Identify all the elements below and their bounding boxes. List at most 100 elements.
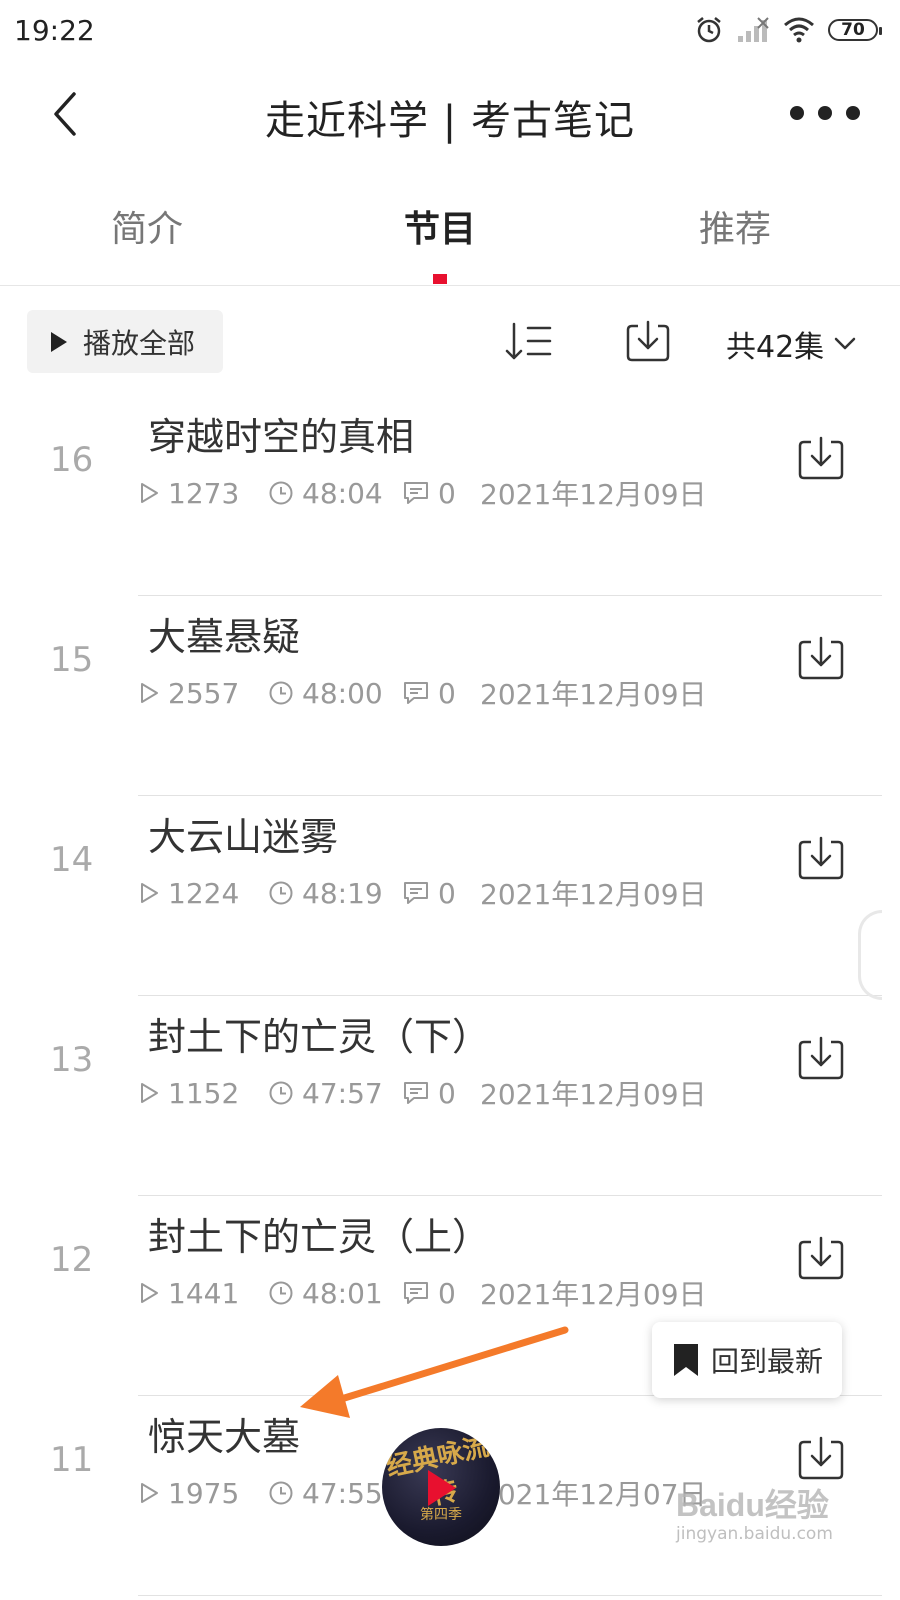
duration: 48:19 xyxy=(268,877,402,910)
play-count-icon xyxy=(141,683,158,703)
comment-count-value: 0 xyxy=(438,876,456,910)
episode-count: 共42集 xyxy=(726,330,825,365)
episode-download-button[interactable] xyxy=(796,1034,846,1082)
episode-number: 15 xyxy=(50,640,94,680)
scroll-handle[interactable] xyxy=(858,910,882,1000)
play-count-icon xyxy=(141,1483,158,1503)
download-all-button[interactable] xyxy=(624,318,672,364)
episode-item[interactable]: 13 封土下的亡灵（下） 1152 47:57 0 2021年12月09日 xyxy=(0,996,900,1196)
back-to-latest-button[interactable]: 回到最新 xyxy=(652,1322,842,1398)
duration-value: 48:00 xyxy=(302,676,383,710)
clock-icon xyxy=(269,1081,293,1105)
comment-icon xyxy=(404,1082,428,1104)
episode-count-dropdown[interactable]: 共42集 xyxy=(726,322,856,366)
duration: 48:00 xyxy=(268,677,402,710)
episode-title: 封土下的亡灵（上） xyxy=(148,1215,491,1259)
clock-icon xyxy=(269,681,293,705)
play-all-label: 播放全部 xyxy=(83,326,196,360)
download-icon xyxy=(798,436,844,480)
play-count-value: 1441 xyxy=(168,1276,240,1310)
play-count-value: 1224 xyxy=(168,876,240,910)
active-tab-indicator xyxy=(433,274,447,284)
episode-item[interactable]: 15 大墓悬疑 2557 48:00 0 2021年12月09日 xyxy=(0,596,900,796)
episode-meta: 1152 47:57 0 2021年12月09日 xyxy=(138,1076,707,1111)
duration: 48:04 xyxy=(268,477,402,510)
episode-list: 16 穿越时空的真相 1273 48:04 0 2021年12月09日 15 大… xyxy=(0,396,900,1596)
episode-number: 16 xyxy=(50,440,94,480)
episode-download-button[interactable] xyxy=(796,1434,846,1482)
episode-title: 大云山迷雾 xyxy=(148,815,339,859)
episode-number: 12 xyxy=(50,1240,94,1280)
comment-icon xyxy=(404,482,428,504)
wifi-icon xyxy=(784,17,814,43)
publish-date: 2021年12月09日 xyxy=(480,1078,707,1111)
play-count-value: 1273 xyxy=(168,476,240,510)
publish-date: 2021年12月09日 xyxy=(480,478,707,511)
clock-icon xyxy=(269,481,293,505)
clock-icon xyxy=(269,1481,293,1505)
comment-count-value: 0 xyxy=(438,476,456,510)
mini-player[interactable]: 经典咏流传 第四季 xyxy=(382,1428,500,1546)
tab-intro[interactable]: 简介 xyxy=(111,200,183,252)
play-count: 1975 xyxy=(138,1477,268,1510)
bookmark-icon xyxy=(673,1344,698,1376)
episode-number: 11 xyxy=(50,1440,94,1480)
episode-download-button[interactable] xyxy=(796,434,846,482)
play-count-icon xyxy=(141,1083,158,1103)
duration-value: 48:19 xyxy=(302,876,383,910)
episode-meta: 2557 48:00 0 2021年12月09日 xyxy=(138,676,707,711)
sort-button[interactable] xyxy=(504,320,554,364)
download-icon xyxy=(798,836,844,880)
episode-title: 惊天大墓 xyxy=(148,1415,301,1459)
comment-count: 0 xyxy=(402,1077,480,1110)
download-icon xyxy=(798,636,844,680)
clock-icon xyxy=(269,1281,293,1305)
comment-count-value: 0 xyxy=(438,1276,456,1310)
chevron-down-icon xyxy=(834,337,856,350)
play-count-value: 2557 xyxy=(168,676,240,710)
duration-value: 47:55 xyxy=(302,1476,383,1510)
publish-date: 2021年12月07日 xyxy=(480,1478,707,1511)
episode-item[interactable]: 16 穿越时空的真相 1273 48:04 0 2021年12月09日 xyxy=(0,396,900,596)
episode-meta: 1224 48:19 0 2021年12月09日 xyxy=(138,876,707,911)
episode-title: 穿越时空的真相 xyxy=(148,415,415,459)
list-toolbar: 播放全部 共42集 xyxy=(0,286,900,396)
mini-player-play-icon xyxy=(428,1470,456,1506)
comment-icon xyxy=(404,682,428,704)
play-count: 1273 xyxy=(138,477,268,510)
play-count: 1441 xyxy=(138,1277,268,1310)
comment-count: 0 xyxy=(402,477,480,510)
sort-icon xyxy=(505,322,552,360)
play-count-value: 1152 xyxy=(168,1076,240,1110)
episode-download-button[interactable] xyxy=(796,834,846,882)
download-icon xyxy=(798,1236,844,1280)
download-icon xyxy=(798,1436,844,1480)
download-icon xyxy=(626,320,670,362)
publish-date: 2021年12月09日 xyxy=(480,878,707,911)
watermark: Baidu经验 jingyan.baidu.com xyxy=(676,1480,876,1550)
episode-download-button[interactable] xyxy=(796,634,846,682)
play-icon xyxy=(51,331,67,352)
more-dot-icon xyxy=(846,106,860,120)
comment-count-value: 0 xyxy=(438,676,456,710)
more-options-button[interactable] xyxy=(790,90,860,136)
title-bar: 走近科学 | 考古笔记 xyxy=(0,60,900,170)
play-all-button[interactable]: 播放全部 xyxy=(27,310,223,373)
watermark-sub: jingyan.baidu.com xyxy=(676,1524,833,1544)
battery-icon: 70 xyxy=(828,19,882,41)
status-bar: 19:22 70 xyxy=(0,0,900,60)
battery-level: 70 xyxy=(841,20,865,40)
comment-icon xyxy=(404,882,428,904)
duration-value: 47:57 xyxy=(302,1076,383,1110)
episode-item[interactable]: 14 大云山迷雾 1224 48:19 0 2021年12月09日 xyxy=(0,796,900,996)
tab-episodes[interactable]: 节目 xyxy=(404,200,476,252)
episode-download-button[interactable] xyxy=(796,1234,846,1282)
comment-icon xyxy=(404,1282,428,1304)
comment-count-value: 0 xyxy=(438,1076,456,1110)
watermark-main: Baidu经验 xyxy=(676,1487,829,1523)
episode-meta: 1273 48:04 0 2021年12月09日 xyxy=(138,476,707,511)
page-title: 走近科学 | 考古笔记 xyxy=(265,98,635,144)
mini-player-cover-subtitle: 第四季 xyxy=(420,1507,462,1523)
play-count: 2557 xyxy=(138,677,268,710)
tab-recommend[interactable]: 推荐 xyxy=(699,200,771,252)
